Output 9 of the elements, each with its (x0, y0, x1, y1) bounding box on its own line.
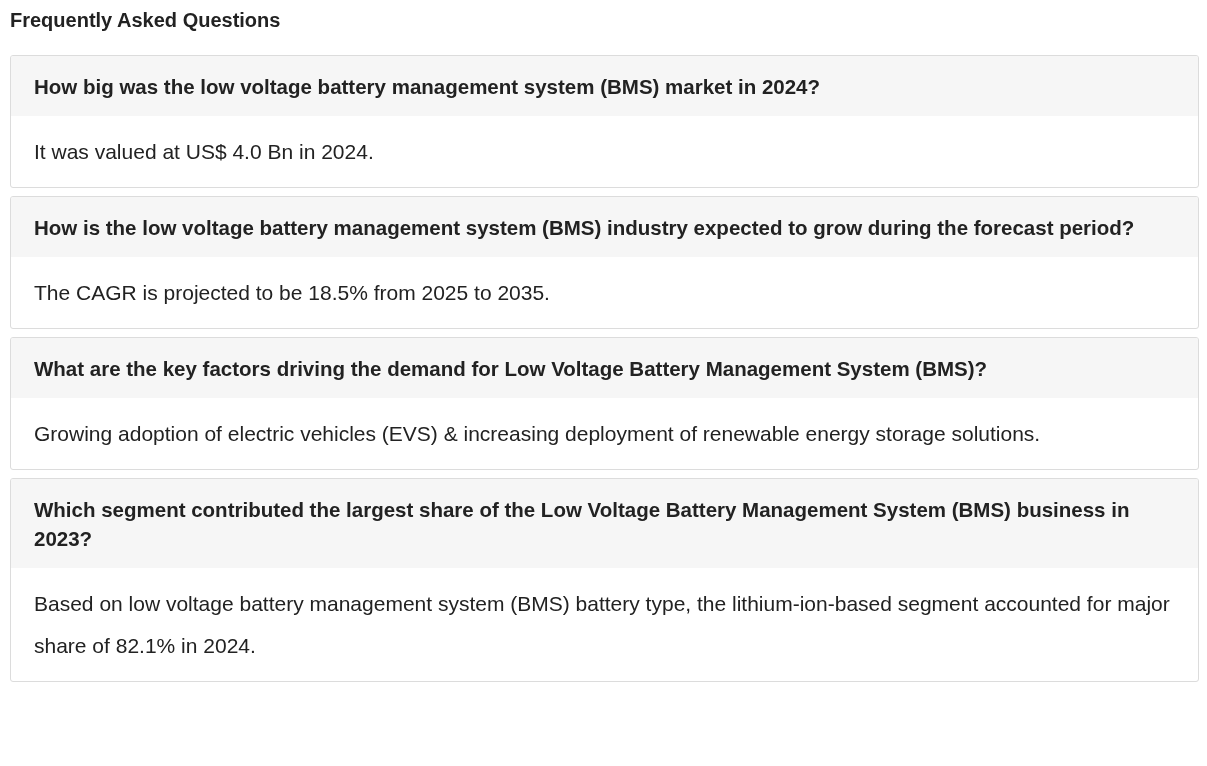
faq-answer: Based on low voltage battery management system (BMS) battery type, the lithium-ion-based segment accounted for major share of 82.1% in 2024. (33, 591, 1171, 659)
faq-question: How is the low voltage battery management system (BMS) industry expected to grow during the forecast period? (11, 197, 1198, 257)
faq-answer: The CAGR is projected to be 18.5% from 2025 to 2035. (33, 280, 551, 306)
faq-answer: Growing adoption of electric vehicles (EVS) & increasing deployment of renewable energy storage solutions. (33, 421, 1042, 447)
faq-heading: Frequently Asked Questions (10, 8, 282, 33)
faq-answer: It was valued at US$ 4.0 Bn in 2024. (33, 139, 375, 165)
faq-question: What are the key factors driving the demand for Low Voltage Battery Management System (BMS)? (11, 338, 1198, 398)
faq-question: How big was the low voltage battery management system (BMS) market in 2024? (11, 56, 1198, 116)
faq-question: Which segment contributed the largest share of the Low Voltage Battery Management System (BMS) business in 2023? (11, 479, 1198, 568)
